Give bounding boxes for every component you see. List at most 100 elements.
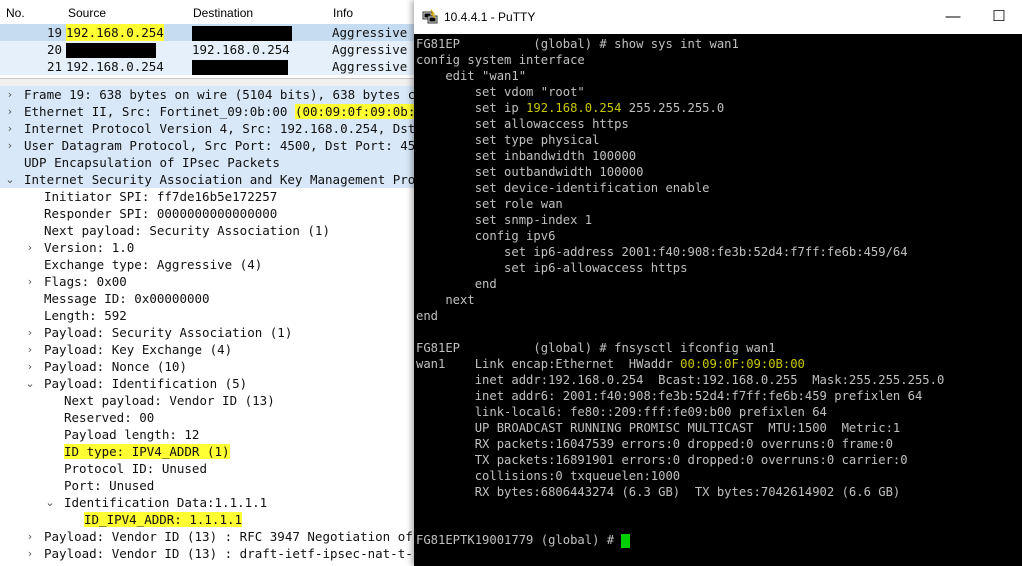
terminal-line: collisions:0 txqueuelen:1000 [416, 469, 681, 483]
detail-row[interactable]: UDP Encapsulation of IPsec Packets [0, 154, 414, 171]
detail-text: Ethernet II, Src: Fortinet_09:0b:00 (00:… [24, 104, 445, 119]
packet-row[interactable]: 19 192.168.0.254 Aggressive [0, 24, 414, 41]
packet-no: 19 [46, 25, 62, 40]
terminal-line: wan1 Link encap:Ethernet HWaddr 00:09:0F… [416, 357, 805, 371]
terminal-line: set ip 192.168.0.254 255.255.255.0 [416, 101, 725, 115]
putty-titlebar[interactable]: 10.4.4.1 - PuTTY — ☐ [414, 0, 1022, 35]
expand-arrow-icon[interactable]: › [4, 86, 16, 103]
expand-arrow-icon[interactable]: › [24, 341, 36, 358]
packet-destination-redacted [192, 58, 288, 75]
expand-arrow-icon[interactable]: › [24, 239, 36, 256]
detail-row[interactable]: › Payload: Vendor ID (13) : RFC 3947 Nego… [0, 528, 443, 545]
detail-row[interactable]: › Payload: Key Exchange (4) [0, 341, 414, 358]
terminal-line: config ipv6 [416, 229, 556, 243]
detail-text: Internet Protocol Version 4, Src: 192.16… [24, 121, 446, 136]
column-info[interactable]: Info [333, 6, 353, 20]
detail-row[interactable]: › Frame 19: 638 bytes on wire (5104 bits)… [0, 86, 445, 103]
highlighted-terminal-value: 00:09:0F:09:0B:00 [680, 357, 805, 371]
detail-text: User Datagram Protocol, Src Port: 4500, … [24, 138, 431, 153]
terminal-line: edit "wan1" [416, 69, 527, 83]
terminal-line: set ip6-allowaccess https [416, 261, 688, 275]
packet-row[interactable]: 20 192.168.0.254 Aggressive [0, 41, 414, 58]
column-no[interactable]: No. [6, 6, 25, 20]
packet-row[interactable]: 21 192.168.0.254 Aggressive [0, 58, 414, 75]
highlighted-value: ID_IPV4_ADDR: 1.1.1.1 [84, 512, 243, 527]
detail-text: Length: 592 [44, 308, 127, 323]
packet-source: 192.168.0.254 [66, 59, 164, 74]
detail-text: Responder SPI: 0000000000000000 [44, 206, 278, 221]
detail-row[interactable]: Initiator SPI: ff7de16b5e172257 [0, 188, 414, 205]
collapse-arrow-icon[interactable]: ⌄ [24, 375, 36, 392]
detail-row[interactable]: › Payload: Security Association (1) [0, 324, 414, 341]
detail-row[interactable]: Next payload: Security Association (1) [0, 222, 414, 239]
detail-text: Identification Data:1.1.1.1 [64, 495, 268, 510]
detail-text: Reserved: 00 [64, 410, 155, 425]
terminal-line: set snmp-index 1 [416, 213, 593, 227]
terminal-line: inet addr:192.168.0.254 Bcast:192.168.0.… [416, 373, 945, 387]
detail-text: Payload: Key Exchange (4) [44, 342, 233, 357]
packet-destination-redacted [192, 24, 292, 41]
detail-row[interactable]: Responder SPI: 0000000000000000 [0, 205, 414, 222]
detail-row[interactable]: › Flags: 0x00 [0, 273, 414, 290]
detail-row[interactable]: Port: Unused [0, 477, 414, 494]
detail-row[interactable]: › Internet Protocol Version 4, Src: 192.1… [0, 120, 445, 137]
detail-text: Payload: Vendor ID (13) : RFC 3947 Negot… [44, 529, 443, 544]
terminal-line: end [416, 309, 439, 323]
detail-row[interactable]: ⌄ Identification Data:1.1.1.1 [0, 494, 414, 511]
detail-row[interactable]: Message ID: 0x00000000 [0, 290, 414, 307]
expand-arrow-icon[interactable]: › [24, 545, 36, 562]
packet-info: Aggressive [332, 25, 408, 40]
detail-text: Payload: Identification (5) [44, 376, 248, 391]
detail-row[interactable]: Exchange type: Aggressive (4) [0, 256, 414, 273]
detail-text: Payload: Security Association (1) [44, 325, 293, 340]
terminal-line: set allowaccess https [416, 117, 629, 131]
detail-row[interactable]: › Version: 1.0 [0, 239, 414, 256]
detail-row[interactable]: ⌄ Internet Security Association and Key M… [0, 171, 445, 188]
detail-text: Payload length: 12 [64, 427, 200, 442]
minimize-button[interactable]: — [930, 0, 976, 34]
detail-row[interactable]: ⌄ Payload: Identification (5) [0, 375, 414, 392]
terminal-line: RX packets:16047539 errors:0 dropped:0 o… [416, 437, 893, 451]
terminal-line: set inbandwidth 100000 [416, 149, 637, 163]
detail-text: Protocol ID: Unused [64, 461, 207, 476]
expand-arrow-icon[interactable]: › [24, 528, 36, 545]
detail-row[interactable]: Next payload: Vendor ID (13) [0, 392, 414, 409]
detail-text: Payload: Nonce (10) [44, 359, 187, 374]
expand-arrow-icon[interactable]: › [24, 324, 36, 341]
terminal-line: FG81EP (global) # show sys int wan1 [416, 37, 739, 51]
putty-app-icon[interactable] [422, 9, 438, 25]
expand-arrow-icon[interactable]: › [24, 358, 36, 375]
detail-text: Frame 19: 638 bytes on wire (5104 bits),… [24, 87, 446, 102]
putty-window: 10.4.4.1 - PuTTY — ☐ FG81EP (global) # s… [414, 0, 1022, 566]
detail-row[interactable]: Reserved: 00 [0, 409, 414, 426]
detail-row[interactable]: Protocol ID: Unused [0, 460, 414, 477]
column-destination[interactable]: Destination [193, 6, 253, 20]
expand-arrow-icon[interactable]: › [4, 120, 16, 137]
terminal-area[interactable]: FG81EP (global) # show sys int wan1 confi… [414, 34, 1022, 566]
terminal-line: inet addr6: 2001:f40:908:fe3b:52d4:f7ff:… [416, 389, 923, 403]
terminal-line: FG81EPTK19001779 (global) # [416, 532, 631, 548]
maximize-button[interactable]: ☐ [976, 0, 1022, 34]
column-source[interactable]: Source [68, 6, 106, 20]
terminal-line: link-local6: fe80::209:fff:fe09:b00 pref… [416, 405, 827, 419]
detail-row[interactable]: ID type: IPV4_ADDR (1) [0, 443, 414, 460]
collapse-arrow-icon[interactable]: ⌄ [44, 494, 56, 511]
detail-row[interactable]: › Payload: Nonce (10) [0, 358, 414, 375]
expand-arrow-icon[interactable]: › [24, 273, 36, 290]
detail-row[interactable]: ID_IPV4_ADDR: 1.1.1.1 [0, 511, 414, 528]
window-title: 10.4.4.1 - PuTTY [444, 10, 536, 24]
collapse-arrow-icon[interactable]: ⌄ [4, 171, 16, 188]
terminal-line: FG81EP (global) # fnsysctl ifconfig wan1 [416, 341, 776, 355]
terminal-line: UP BROADCAST RUNNING PROMISC MULTICAST M… [416, 421, 901, 435]
detail-row[interactable]: › Payload: Vendor ID (13) : draft-ietf-ip… [0, 545, 458, 562]
expand-arrow-icon[interactable]: › [4, 137, 16, 154]
detail-row[interactable]: Payload length: 12 [0, 426, 414, 443]
detail-row[interactable]: Length: 592 [0, 307, 414, 324]
detail-row[interactable]: › User Datagram Protocol, Src Port: 4500,… [0, 137, 430, 154]
packet-no: 21 [46, 59, 62, 74]
packet-list-header: No. Source Destination Info [0, 0, 414, 25]
detail-text: UDP Encapsulation of IPsec Packets [24, 155, 280, 170]
expand-arrow-icon[interactable]: › [4, 103, 16, 120]
terminal-line: set vdom "root" [416, 85, 585, 99]
detail-row[interactable]: › Ethernet II, Src: Fortinet_09:0b:00 (00… [0, 103, 445, 120]
